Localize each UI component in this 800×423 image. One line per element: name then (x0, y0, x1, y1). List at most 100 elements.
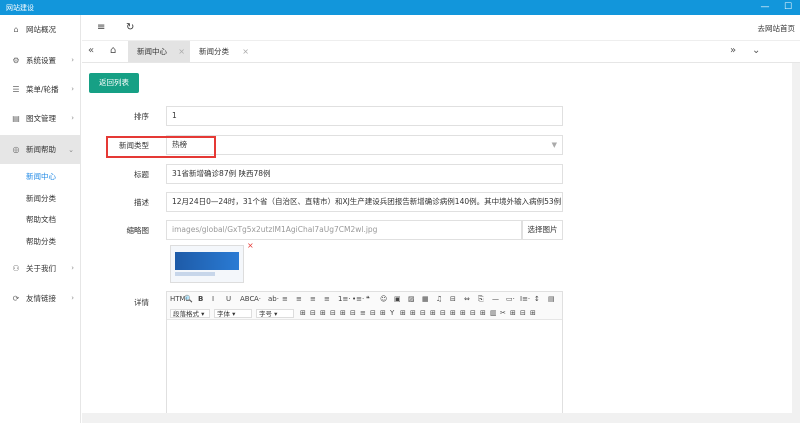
editor-tool-icon[interactable]: ▦ (422, 295, 429, 303)
editor-table-tool-icon[interactable]: ⊟ (370, 309, 376, 317)
editor-tool-icon[interactable]: ❝ (366, 295, 370, 303)
site-home-link[interactable]: 去网站首页 (758, 23, 796, 34)
title-input[interactable]: 31省新增确诊87例 陕西78例 (166, 164, 563, 184)
editor-table-tool-icon[interactable]: ✂ (500, 309, 506, 317)
link-icon: ⟳ (12, 293, 20, 303)
sidebar-item-settings[interactable]: ⚙ 系统设置 › (0, 48, 81, 72)
editor-table-tool-icon[interactable]: ≡ (360, 309, 366, 317)
editor-tool-icon[interactable]: I (212, 295, 214, 303)
close-icon[interactable]: × (242, 41, 249, 62)
sidebar-item-menu[interactable]: ☰ 菜单/轮播 › (0, 77, 81, 101)
chevron-right-icon: › (71, 114, 74, 122)
sidebar-item-about[interactable]: ⚇ 关于我们 › (0, 256, 81, 280)
editor-tool-icon[interactable]: ⎘ (478, 295, 484, 304)
chevron-right-icon: › (71, 56, 74, 64)
list-icon: ☰ (12, 84, 20, 94)
dropdown-arrow-icon: ▼ (551, 141, 557, 149)
sidebar-subitem-news-category[interactable]: 新闻分类 (26, 193, 56, 204)
editor-tool-icon[interactable]: ▣ (394, 295, 401, 303)
editor-tool-icon[interactable]: ⊟ (450, 295, 456, 303)
maximize-button[interactable]: ☐ (778, 0, 798, 15)
editor-tool-icon[interactable]: B (198, 295, 203, 303)
sidebar-item-content[interactable]: ▤ 图文管理 › (0, 106, 81, 130)
editor-table-tool-icon[interactable]: ⊞ (450, 309, 456, 317)
editor-dropdown[interactable]: 字号 ▾ (256, 309, 294, 318)
home-icon[interactable]: ⌂ (110, 45, 116, 56)
editor-tool-icon[interactable]: ♫ (436, 295, 442, 303)
editor-table-tool-icon[interactable]: ⊞ (510, 309, 516, 317)
thumbnail-banner (175, 252, 239, 270)
editor-table-tool-icon[interactable]: ⊟ (440, 309, 446, 317)
news-type-select[interactable]: 热榜 ▼ (166, 135, 563, 155)
sidebar-subitem-help-category[interactable]: 帮助分类 (26, 236, 56, 247)
editor-tool-icon[interactable]: ▭· (506, 295, 515, 303)
editor-tool-icon[interactable]: 1≡· (338, 295, 351, 303)
editor-table-tool-icon[interactable]: ⊟ (310, 309, 316, 317)
editor-tool-icon[interactable]: ≡ (310, 295, 316, 303)
editor-tool-icon[interactable]: ≡ (282, 295, 288, 303)
editor-table-tool-icon[interactable]: ⊞ (410, 309, 416, 317)
close-icon[interactable]: × (178, 41, 185, 62)
editor-table-tool-icon[interactable]: ⊟ (520, 309, 526, 317)
sidebar-item-links[interactable]: ⟳ 友情链接 › (0, 286, 81, 310)
back-to-list-button[interactable]: 返回列表 (89, 73, 139, 93)
editor-tool-icon[interactable]: ▤ (548, 295, 555, 303)
tab-news-category[interactable]: 新闻分类 × (190, 41, 254, 62)
editor-table-tool-icon[interactable]: ⊞ (300, 309, 306, 317)
editor-tool-icon[interactable]: ☺ (380, 295, 387, 303)
editor-tool-icon[interactable]: U (226, 295, 231, 303)
refresh-icon[interactable]: ↻ (126, 22, 134, 33)
vertical-scrollbar[interactable] (792, 63, 800, 423)
editor-tool-icon[interactable]: 🔍 (184, 295, 193, 303)
sidebar-item-label: 关于我们 (26, 263, 56, 273)
choose-image-button[interactable]: 选择图片 (522, 220, 563, 240)
sidebar-item-overview[interactable]: ⌂ 网站概况 (0, 17, 81, 41)
editor-dropdown[interactable]: 字体 ▾ (214, 309, 252, 318)
editor-table-tool-icon[interactable]: ⊞ (460, 309, 466, 317)
editor-tool-icon[interactable]: ≡ (324, 295, 330, 303)
horizontal-scrollbar[interactable] (82, 413, 792, 423)
editor-table-tool-icon[interactable]: ⊟ (350, 309, 356, 317)
editor-table-tool-icon[interactable]: ⊞ (320, 309, 326, 317)
sidebar-subitem-help-docs[interactable]: 帮助文档 (26, 214, 56, 225)
minimize-button[interactable]: — (755, 0, 775, 15)
editor-table-tool-icon[interactable]: ⊞ (380, 309, 386, 317)
sidebar-item-label: 网站概况 (26, 24, 56, 34)
editor-tool-icon[interactable]: ⇔ (464, 295, 470, 303)
editor-tool-icon[interactable]: ab· (268, 295, 279, 303)
editor-table-tool-icon[interactable]: Y (390, 309, 394, 317)
tabs-back-icon[interactable]: « (88, 45, 94, 56)
topbar: ≡ ↻ 去网站首页 (82, 15, 800, 41)
editor-tool-icon[interactable]: ▨ (408, 295, 415, 303)
editor-tool-icon[interactable]: •≡· (352, 295, 364, 303)
editor-tool-icon[interactable]: ≡ (296, 295, 302, 303)
thumbnail-path-input[interactable]: images/global/GxTg5x2utzlM1AgiChal7aUg7C… (166, 220, 522, 240)
editor-table-tool-icon[interactable]: ⊞ (530, 309, 536, 317)
editor-tool-icon[interactable]: I≡· (520, 295, 530, 303)
sidebar-item-news[interactable]: ◎ 新闻帮助 ⌄ (0, 135, 81, 164)
tab-news-center[interactable]: 新闻中心 × (128, 41, 190, 62)
editor-tool-icon[interactable]: — (492, 295, 499, 303)
editor-tool-icon[interactable]: ↕ (534, 295, 540, 303)
editor-table-tool-icon[interactable]: ▥ (490, 309, 497, 317)
editor-table-tool-icon[interactable]: ⊞ (340, 309, 346, 317)
editor-table-tool-icon[interactable]: ⊞ (430, 309, 436, 317)
editor-table-tool-icon[interactable]: ⊞ (400, 309, 406, 317)
menu-toggle-icon[interactable]: ≡ (97, 22, 105, 33)
remove-thumbnail-icon[interactable]: × (247, 241, 254, 250)
description-input[interactable]: 12月24日0—24时，31个省（自治区、直辖市）和XJ生产建设兵团报告新增确诊… (166, 192, 563, 212)
editor-table-tool-icon[interactable]: ⊟ (420, 309, 426, 317)
editor-table-tool-icon[interactable]: ⊟ (330, 309, 336, 317)
editor-table-tool-icon[interactable]: ⊞ (480, 309, 486, 317)
editor-tool-icon[interactable]: A· (254, 295, 261, 303)
tabs-more-icon[interactable]: ⌄ (752, 45, 760, 56)
sidebar-item-label: 系统设置 (26, 55, 56, 65)
editor-tool-icon[interactable]: ABC (240, 295, 254, 303)
sort-input[interactable]: 1 (166, 106, 563, 126)
sidebar-subitem-news-center[interactable]: 新闻中心 (26, 171, 56, 182)
tabs-forward-icon[interactable]: » (730, 45, 736, 56)
thumbnail-preview (170, 245, 244, 283)
editor-table-tool-icon[interactable]: ⊟ (470, 309, 476, 317)
editor-dropdown[interactable]: 段落格式 ▾ (170, 309, 210, 318)
rich-text-editor[interactable]: HTML 🔍 B I U ABC A· ab· ≡ ≡ ≡ ≡ 1≡· •≡· ❝ ☺ ▣ ▨ ▦ ♫ ⊟ ⇔ ⎘ — ▭· I≡… (166, 291, 563, 423)
